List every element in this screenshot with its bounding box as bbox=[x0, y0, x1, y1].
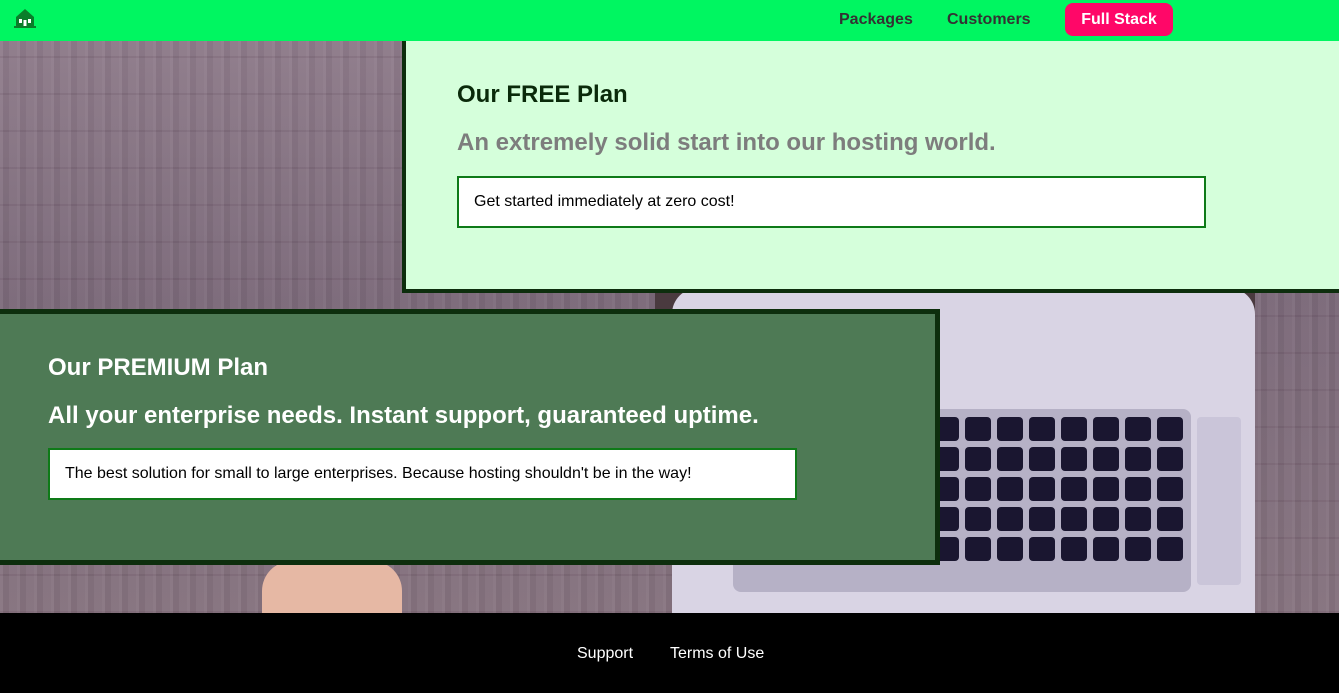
free-plan-subtitle: An extremely solid start into our hostin… bbox=[457, 129, 996, 156]
building-logo-icon[interactable] bbox=[13, 7, 37, 29]
premium-plan-title: Our PREMIUM Plan bbox=[48, 354, 269, 381]
main-footer: Support Terms of Use bbox=[0, 613, 1339, 693]
premium-plan-subtitle: All your enterprise needs. Instant suppo… bbox=[48, 402, 759, 429]
footer-terms-link[interactable]: Terms of Use bbox=[670, 645, 764, 663]
full-stack-button[interactable]: Full Stack bbox=[1065, 3, 1173, 36]
premium-plan-card: Our PREMIUM Plan All your enterprise nee… bbox=[0, 309, 940, 565]
nav-packages-link[interactable]: Packages bbox=[839, 11, 913, 29]
premium-plan-description: The best solution for small to large ent… bbox=[48, 448, 797, 500]
free-plan-description: Get started immediately at zero cost! bbox=[457, 176, 1206, 228]
nav-customers-link[interactable]: Customers bbox=[947, 11, 1031, 29]
footer-support-link[interactable]: Support bbox=[577, 645, 633, 663]
laptop-trackpad bbox=[1197, 417, 1241, 585]
main-header: Packages Customers Full Stack bbox=[0, 0, 1339, 41]
free-plan-title: Our FREE Plan bbox=[457, 81, 628, 108]
hand-image bbox=[262, 561, 402, 613]
free-plan-card: Our FREE Plan An extremely solid start i… bbox=[402, 41, 1339, 293]
